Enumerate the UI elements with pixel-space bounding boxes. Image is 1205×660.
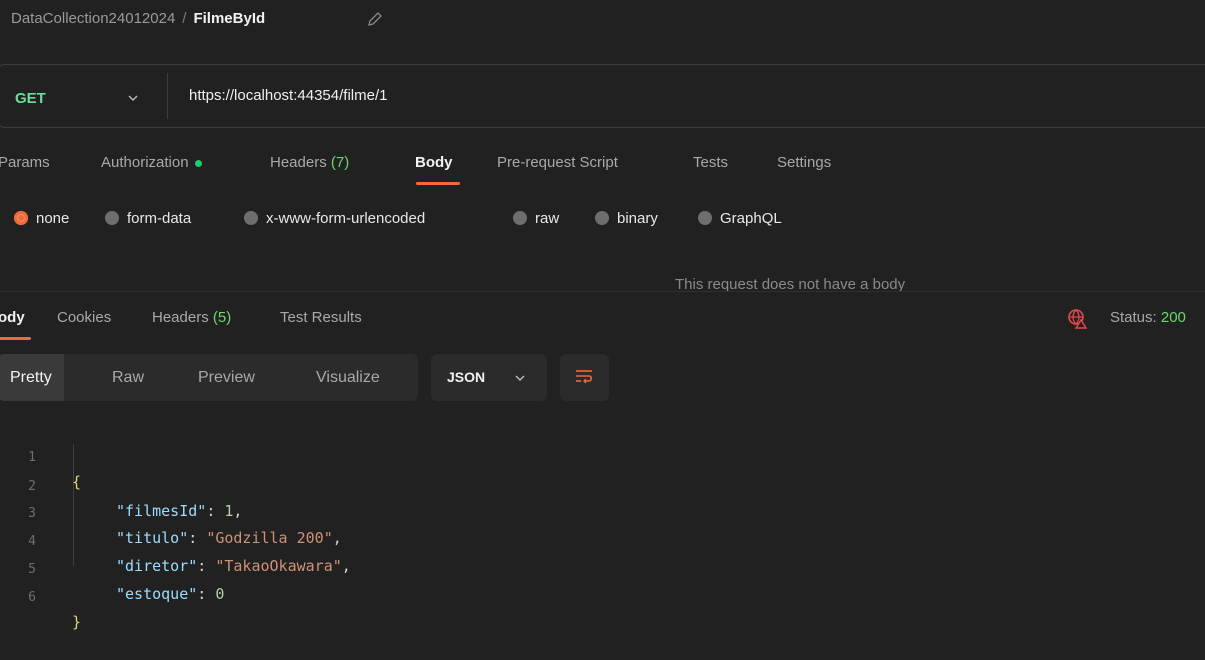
tab-tests[interactable]: Tests: [693, 154, 728, 171]
json-entry: "filmesId": 1,: [116, 502, 243, 520]
radio-icon: [105, 211, 119, 225]
globe-warning-icon[interactable]: [1066, 307, 1088, 329]
json-entry: "diretor": "TakaoOkawara",: [116, 557, 351, 575]
json-brace: }: [72, 613, 82, 631]
json-key: "filmesId": [116, 502, 207, 520]
tab-response-headers-label: Headers: [152, 309, 209, 326]
wrap-lines-button[interactable]: [560, 354, 609, 401]
radio-binary[interactable]: binary: [595, 210, 658, 227]
json-key: "estoque": [116, 585, 198, 603]
code-line: 2 "filmesId": 1,: [0, 449, 242, 520]
json-entry: "titulo": "Godzilla 200",: [116, 529, 342, 547]
line-number: 6: [28, 590, 36, 605]
title-bar: DataCollection24012024 / FilmeById: [0, 0, 1205, 40]
view-preview[interactable]: Preview: [198, 354, 255, 401]
response-status[interactable]: Status: 200: [1110, 309, 1186, 326]
tab-headers-label: Headers: [270, 154, 327, 171]
radio-label: form-data: [127, 210, 192, 227]
code-line: 5 "estoque": 0: [0, 532, 224, 603]
code-line: 1 {: [0, 420, 81, 491]
radio-selected-icon: [14, 211, 28, 225]
breadcrumb: DataCollection24012024 / FilmeById: [11, 10, 265, 27]
json-key: "titulo": [116, 529, 189, 547]
code-line: 4 "diretor": "TakaoOkawara",: [0, 504, 351, 575]
json-value: "TakaoOkawara": [215, 557, 342, 575]
status-label: Status:: [1110, 309, 1157, 326]
radio-label: raw: [535, 210, 560, 227]
tab-settings[interactable]: Settings: [777, 154, 831, 171]
json-key: "diretor": [116, 557, 198, 575]
url-input[interactable]: https://localhost:44354/filme/1: [189, 87, 387, 104]
tab-headers[interactable]: Headers (7): [270, 154, 349, 171]
response-divider[interactable]: [0, 291, 1205, 292]
active-tab-indicator: [416, 182, 460, 185]
url-divider: [167, 73, 168, 119]
view-visualize[interactable]: Visualize: [316, 354, 380, 401]
headers-count: (7): [330, 154, 350, 171]
code-line: 3 "titulo": "Godzilla 200",: [0, 476, 342, 547]
radio-graphql[interactable]: GraphQL: [698, 210, 782, 227]
radio-label: GraphQL: [720, 210, 782, 227]
format-label: JSON: [447, 369, 486, 385]
breadcrumb-collection[interactable]: DataCollection24012024: [11, 10, 175, 27]
json-value: "Godzilla 200": [206, 529, 333, 547]
radio-form-data[interactable]: form-data: [105, 210, 191, 227]
format-select[interactable]: JSON: [431, 354, 547, 401]
radio-label: binary: [617, 210, 658, 227]
chevron-down-icon: [515, 375, 525, 381]
radio-raw[interactable]: raw: [513, 210, 559, 227]
request-name[interactable]: FilmeById: [193, 10, 265, 27]
tab-pre-request-script[interactable]: Pre-request Script: [497, 154, 618, 171]
json-entry: "estoque": 0: [116, 585, 225, 603]
tab-response-body[interactable]: ody: [0, 309, 25, 326]
status-code: 200: [1160, 309, 1186, 326]
tab-params[interactable]: Params: [0, 154, 50, 171]
radio-icon: [595, 211, 609, 225]
active-response-tab-indicator: [0, 337, 31, 340]
chevron-down-icon[interactable]: [127, 92, 139, 104]
url-bar: GET https://localhost:44354/filme/1: [0, 64, 1205, 128]
tab-response-headers[interactable]: Headers (5): [152, 309, 231, 326]
breadcrumb-separator: /: [182, 10, 187, 27]
indent-guide: [73, 444, 74, 566]
radio-label: none: [36, 210, 70, 227]
radio-icon: [244, 211, 258, 225]
tab-cookies[interactable]: Cookies: [57, 309, 111, 326]
view-mode-group: Pretty Raw Preview Visualize: [0, 354, 418, 401]
auth-status-dot: [194, 159, 202, 167]
json-value: 0: [215, 585, 225, 603]
view-pretty[interactable]: Pretty: [0, 354, 64, 401]
radio-icon: [513, 211, 527, 225]
response-headers-count: (5): [212, 309, 232, 326]
radio-x-www-form-urlencoded[interactable]: x-www-form-urlencoded: [244, 210, 425, 227]
tab-body[interactable]: Body: [415, 154, 453, 171]
json-brace: {: [72, 473, 82, 491]
edit-pencil-icon[interactable]: [366, 10, 384, 28]
radio-icon: [698, 211, 712, 225]
view-raw[interactable]: Raw: [112, 354, 144, 401]
tab-authorization-label: Authorization: [101, 154, 189, 171]
radio-label: x-www-form-urlencoded: [266, 210, 426, 227]
tab-test-results[interactable]: Test Results: [280, 309, 362, 326]
tab-authorization[interactable]: Authorization: [101, 154, 202, 171]
method-select[interactable]: GET: [15, 90, 46, 107]
radio-none[interactable]: none: [14, 210, 69, 227]
wrap-lines-icon: [576, 370, 593, 384]
code-line: 6 }: [0, 560, 81, 631]
